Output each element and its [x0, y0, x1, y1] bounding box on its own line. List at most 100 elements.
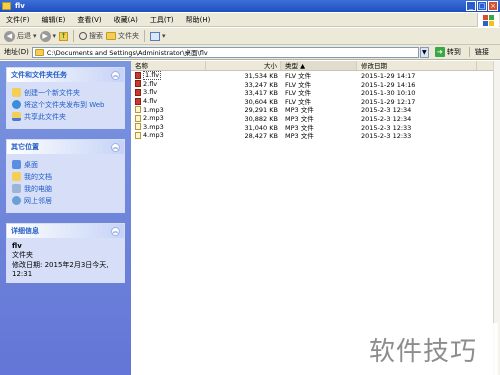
up-button[interactable]: ↑ — [59, 31, 69, 41]
links-button[interactable]: 链接 — [468, 47, 489, 57]
place-my-computer[interactable]: 我的电脑 — [12, 184, 119, 194]
chevron-up-icon[interactable]: ︽ — [111, 142, 120, 152]
column-header-size[interactable]: 大小 — [206, 61, 281, 70]
details-panel: 详细信息 ︽ flv 文件夹 修改日期: 2015年2月3日今天, 12:31 — [6, 223, 125, 283]
place-desktop[interactable]: 桌面 — [12, 160, 119, 170]
file-row[interactable]: 3.flv 33,417 KB FLV 文件 2015-1-30 10:10 — [131, 88, 493, 97]
task-new-folder[interactable]: 创建一个新文件夹 — [12, 88, 119, 98]
file-row[interactable]: 4.mp3 28,427 KB MP3 文件 2015-2-3 12:33 — [131, 131, 493, 140]
folders-button[interactable]: 文件夹 — [106, 31, 139, 41]
file-size: 28,427 KB — [244, 132, 278, 140]
file-row[interactable]: 2.mp3 30,882 KB MP3 文件 2015-2-3 12:34 — [131, 114, 493, 123]
details-name: flv — [12, 242, 22, 250]
window-title: flv — [15, 2, 25, 10]
file-date: 2015-1-29 12:17 — [361, 97, 416, 106]
forward-button[interactable]: ▶ ▾ — [39, 30, 57, 42]
menu-edit[interactable]: 编辑(E) — [42, 15, 66, 25]
address-input[interactable]: C:\Documents and Settings\Administrator\… — [31, 46, 419, 58]
file-tasks-panel: 文件和文件夹任务 ︽ 创建一个新文件夹 将这个文件夹发布到 Web 共享此文件夹 — [6, 67, 125, 129]
minimize-button[interactable]: _ — [466, 1, 476, 11]
file-size: 33,247 KB — [244, 80, 278, 89]
task-label: 共享此文件夹 — [24, 113, 66, 121]
back-arrow-icon: ◀ — [4, 30, 15, 42]
mp3-icon — [135, 131, 141, 139]
back-label: 后退 — [17, 32, 31, 40]
folders-label: 文件夹 — [118, 32, 140, 40]
file-type: MP3 文件 — [285, 123, 314, 132]
task-share-folder[interactable]: 共享此文件夹 — [12, 112, 119, 122]
other-places-body: 桌面 我的文档 我的电脑 网上邻居 — [7, 154, 124, 212]
address-label: 地址(D) — [4, 48, 29, 56]
file-date: 2015-2-3 12:33 — [361, 132, 412, 140]
file-row[interactable]: 1.flv 31,534 KB FLV 文件 2015-1-29 14:17 — [131, 71, 493, 80]
globe-icon — [12, 100, 21, 109]
file-row[interactable]: 4.flv 30,604 KB FLV 文件 2015-1-29 12:17 — [131, 97, 493, 106]
menu-favorites[interactable]: 收藏(A) — [114, 15, 138, 25]
file-rows: 1.flv 31,534 KB FLV 文件 2015-1-29 14:17 2.flv… — [131, 71, 493, 140]
toolbar-separator — [73, 30, 75, 42]
flv-icon — [135, 88, 141, 96]
file-name-cell: 2.mp3 — [131, 114, 206, 123]
search-label: 搜索 — [89, 32, 104, 40]
views-button[interactable]: ▾ — [150, 31, 166, 41]
file-size: 30,604 KB — [244, 97, 278, 106]
column-header-date[interactable]: 修改日期 — [357, 61, 477, 70]
file-type: FLV 文件 — [285, 72, 312, 80]
details-title: 详细信息 — [11, 227, 39, 235]
chevron-up-icon[interactable]: ︽ — [111, 70, 120, 80]
place-network[interactable]: 网上邻居 — [12, 196, 119, 206]
search-icon — [79, 32, 88, 40]
place-my-documents[interactable]: 我的文档 — [12, 172, 119, 182]
file-name: 4.mp3 — [143, 131, 164, 140]
file-date: 2015-1-30 10:10 — [361, 89, 416, 97]
go-label: 转到 — [446, 48, 461, 56]
network-icon — [12, 196, 21, 205]
file-name-cell: 4.flv — [131, 97, 206, 106]
type-header-label: 类型 — [285, 62, 298, 70]
go-button[interactable]: ➔ 转到 — [434, 47, 461, 57]
file-date: 2015-2-3 12:34 — [361, 114, 412, 123]
address-value: C:\Documents and Settings\Administrator\… — [46, 49, 208, 57]
menu-view[interactable]: 查看(V) — [77, 15, 101, 25]
file-tasks-header[interactable]: 文件和文件夹任务 ︽ — [7, 68, 124, 82]
file-type: MP3 文件 — [285, 114, 314, 123]
desktop-icon — [12, 160, 21, 169]
file-date: 2015-1-29 14:16 — [361, 80, 416, 89]
file-size: 33,417 KB — [244, 89, 278, 97]
chevron-up-icon[interactable]: ︽ — [111, 226, 120, 236]
chevron-down-icon: ▾ — [162, 32, 166, 40]
task-publish-web[interactable]: 将这个文件夹发布到 Web — [12, 100, 119, 110]
file-name-cell: 3.mp3 — [131, 123, 206, 132]
column-header-name[interactable]: 名称 — [131, 61, 206, 70]
file-name: 4.flv — [143, 97, 158, 106]
flv-icon — [135, 80, 141, 88]
sort-ascending-icon: ▲ — [300, 62, 306, 70]
menu-file[interactable]: 文件(F) — [6, 15, 30, 25]
column-header-type[interactable]: 类型 ▲ — [281, 61, 357, 70]
menu-help[interactable]: 帮助(H) — [186, 15, 211, 25]
menu-tools[interactable]: 工具(T) — [150, 15, 174, 25]
back-button[interactable]: ◀ 后退 ▾ — [4, 30, 37, 42]
details-modified: 修改日期: 2015年2月3日今天, 12:31 — [12, 261, 109, 278]
file-type: MP3 文件 — [285, 132, 314, 140]
file-name-cell: 4.mp3 — [131, 131, 206, 140]
details-header[interactable]: 详细信息 ︽ — [7, 224, 124, 238]
task-pane: 文件和文件夹任务 ︽ 创建一个新文件夹 将这个文件夹发布到 Web 共享此文件夹… — [0, 61, 131, 375]
search-button[interactable]: 搜索 — [79, 31, 103, 41]
folder-icon — [106, 32, 117, 40]
chevron-down-icon: ▾ — [52, 32, 57, 40]
file-row[interactable]: 2.flv 33,247 KB FLV 文件 2015-1-29 14:16 — [131, 80, 493, 89]
share-folder-icon — [12, 112, 21, 121]
file-date: 2015-1-29 14:17 — [361, 72, 416, 80]
maximize-button[interactable]: □ — [477, 1, 487, 11]
file-row[interactable]: 3.mp3 31,040 KB MP3 文件 2015-2-3 12:33 — [131, 123, 493, 132]
file-name: 3.flv — [143, 88, 158, 97]
file-row[interactable]: 1.mp3 29,291 KB MP3 文件 2015-2-3 12:34 — [131, 105, 493, 114]
address-dropdown-button[interactable]: ▼ — [419, 46, 429, 58]
file-tasks-body: 创建一个新文件夹 将这个文件夹发布到 Web 共享此文件夹 — [7, 82, 124, 128]
file-size: 30,882 KB — [244, 114, 278, 123]
close-button[interactable]: × — [488, 1, 498, 11]
other-places-header[interactable]: 其它位置 ︽ — [7, 140, 124, 154]
task-label: 创建一个新文件夹 — [24, 89, 80, 97]
file-type: FLV 文件 — [285, 97, 312, 106]
